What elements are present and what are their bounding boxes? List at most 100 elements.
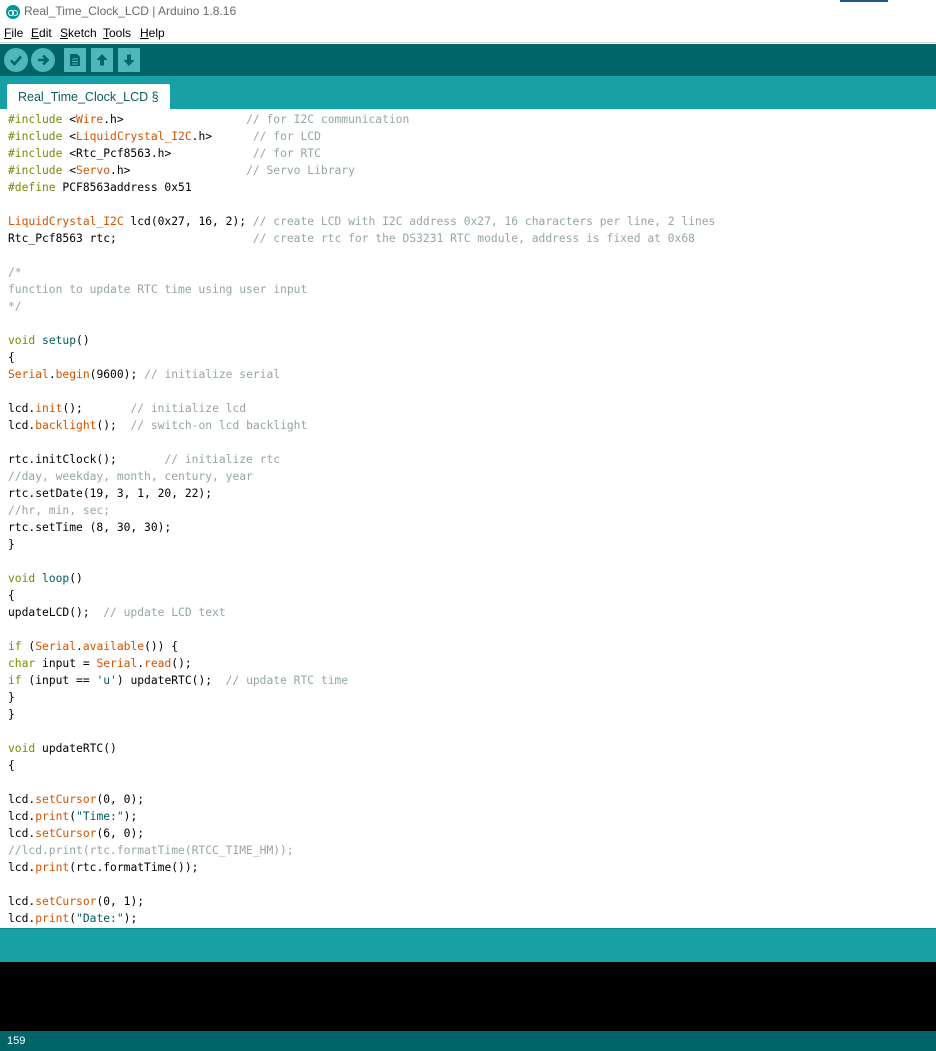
code-token: rtc.setDate(19, 3, 1, 20, 22);	[8, 487, 213, 500]
code-token: Servo	[76, 164, 111, 177]
menu-bar: File Edit Sketch Tools Help	[0, 23, 936, 43]
code-line: #define PCF8563address 0x51	[8, 179, 192, 196]
open-icon	[96, 54, 108, 66]
menu-help[interactable]: Help	[140, 26, 165, 40]
save-icon	[123, 54, 135, 66]
code-token: #include	[8, 113, 63, 126]
new-sketch-button[interactable]	[64, 48, 86, 72]
code-token: // create rtc for the DS3231 RTC module,…	[252, 232, 695, 245]
code-token: }	[8, 691, 15, 704]
code-token: init	[35, 402, 63, 415]
code-token: rtc.initClock();	[8, 453, 165, 466]
code-token: ()	[69, 572, 83, 585]
arduino-logo-icon	[6, 5, 20, 19]
tab-real-time-clock-lcd[interactable]: Real_Time_Clock_LCD §	[7, 84, 170, 109]
code-token: ();	[62, 402, 131, 415]
menu-file[interactable]: File	[4, 26, 23, 40]
code-token: Serial	[96, 657, 138, 670]
code-line: {	[8, 349, 15, 366]
code-token: (0, 1);	[96, 895, 145, 908]
code-token: ();	[171, 657, 192, 670]
code-token: lcd.	[8, 810, 36, 823]
code-token: setCursor	[35, 895, 97, 908]
code-token: setCursor	[35, 793, 97, 806]
save-sketch-button[interactable]	[118, 48, 140, 72]
code-token: function to update RTC time using user i…	[8, 283, 308, 296]
code-token: // for RTC	[252, 147, 321, 160]
code-line: lcd.print("Time:");	[8, 808, 137, 825]
tab-bar: Real_Time_Clock_LCD §	[0, 76, 936, 109]
code-token: .h>	[103, 113, 247, 126]
code-token: lcd.	[8, 402, 36, 415]
console-output[interactable]	[0, 962, 936, 1031]
menu-sketch[interactable]: Sketch	[60, 26, 97, 40]
code-editor[interactable]: #include <Wire.h> // for I2C communicati…	[0, 109, 936, 928]
code-token: lcd.	[8, 861, 36, 874]
upload-icon	[38, 54, 50, 66]
code-token: (input ==	[21, 674, 97, 687]
code-token: #define	[8, 181, 56, 194]
code-token: if	[8, 674, 22, 687]
code-line: updateLCD(); // update LCD text	[8, 604, 226, 621]
code-token: Serial	[35, 640, 77, 653]
code-line: rtc.initClock(); // initialize rtc	[8, 451, 280, 468]
code-token: //lcd.print(rtc.formatTime(RTCC_TIME_HM)…	[8, 844, 294, 857]
code-line: Serial.begin(9600); // initialize serial	[8, 366, 280, 383]
code-token: updateLCD();	[8, 606, 104, 619]
code-token: lcd(0x27, 16, 2);	[123, 215, 253, 228]
code-token: // initialize serial	[144, 368, 281, 381]
code-line: rtc.setDate(19, 3, 1, 20, 22);	[8, 485, 212, 502]
code-token: //day, weekday, month, century, year	[8, 470, 253, 483]
upload-button[interactable]	[31, 48, 55, 72]
code-token: print	[35, 912, 70, 925]
code-token: (0, 0);	[96, 793, 145, 806]
code-token: 'u'	[96, 674, 117, 687]
menu-edit[interactable]: Edit	[31, 26, 52, 40]
code-token: //hr, min, sec;	[8, 504, 111, 517]
code-token: lcd.	[8, 419, 36, 432]
code-token: // create LCD with I2C address 0x27, 16 …	[252, 215, 716, 228]
code-line: }	[8, 689, 15, 706]
code-token: */	[8, 300, 22, 313]
code-token: setCursor	[35, 827, 97, 840]
code-token: // for I2C communication	[246, 113, 410, 126]
code-line: Rtc_Pcf8563 rtc; // create rtc for the D…	[8, 230, 695, 247]
code-line: }	[8, 706, 15, 723]
verify-button[interactable]	[4, 48, 28, 72]
code-line: }	[8, 536, 15, 553]
code-token: ()	[76, 334, 90, 347]
title-bar: Real_Time_Clock_LCD | Arduino 1.8.16	[0, 0, 936, 23]
code-token: read	[144, 657, 172, 670]
code-token: print	[35, 810, 70, 823]
code-line: void updateRTC()	[8, 740, 117, 757]
menu-tools[interactable]: Tools	[103, 26, 131, 40]
toolbar	[0, 44, 936, 76]
code-token: ()) {	[144, 640, 179, 653]
code-line: lcd.init(); // initialize lcd	[8, 400, 246, 417]
code-token: (9600);	[89, 368, 145, 381]
code-token: #include	[8, 130, 63, 143]
code-token: // initialize rtc	[164, 453, 281, 466]
code-token: <Rtc_Pcf8563.h>	[62, 147, 253, 160]
code-token: char	[8, 657, 36, 670]
code-token: .h>	[110, 164, 247, 177]
code-line: void setup()	[8, 332, 90, 349]
code-token: lcd.	[8, 895, 36, 908]
code-token: backlight	[35, 419, 97, 432]
code-token: void	[8, 572, 36, 585]
code-token: void	[8, 334, 36, 347]
code-token: begin	[55, 368, 90, 381]
verify-icon	[10, 55, 22, 66]
code-token: }	[8, 708, 15, 721]
title-bar-accent	[840, 0, 888, 2]
code-token: #include	[8, 164, 63, 177]
code-line: /*	[8, 264, 22, 281]
code-line: #include <Rtc_Pcf8563.h> // for RTC	[8, 145, 321, 162]
code-line: lcd.setCursor(0, 0);	[8, 791, 144, 808]
code-token: loop	[42, 572, 70, 585]
code-line: if (input == 'u') updateRTC(); // update…	[8, 672, 348, 689]
open-sketch-button[interactable]	[91, 48, 113, 72]
code-line: rtc.setTime (8, 30, 30);	[8, 519, 171, 536]
code-token: PCF8563address 0x51	[55, 181, 192, 194]
